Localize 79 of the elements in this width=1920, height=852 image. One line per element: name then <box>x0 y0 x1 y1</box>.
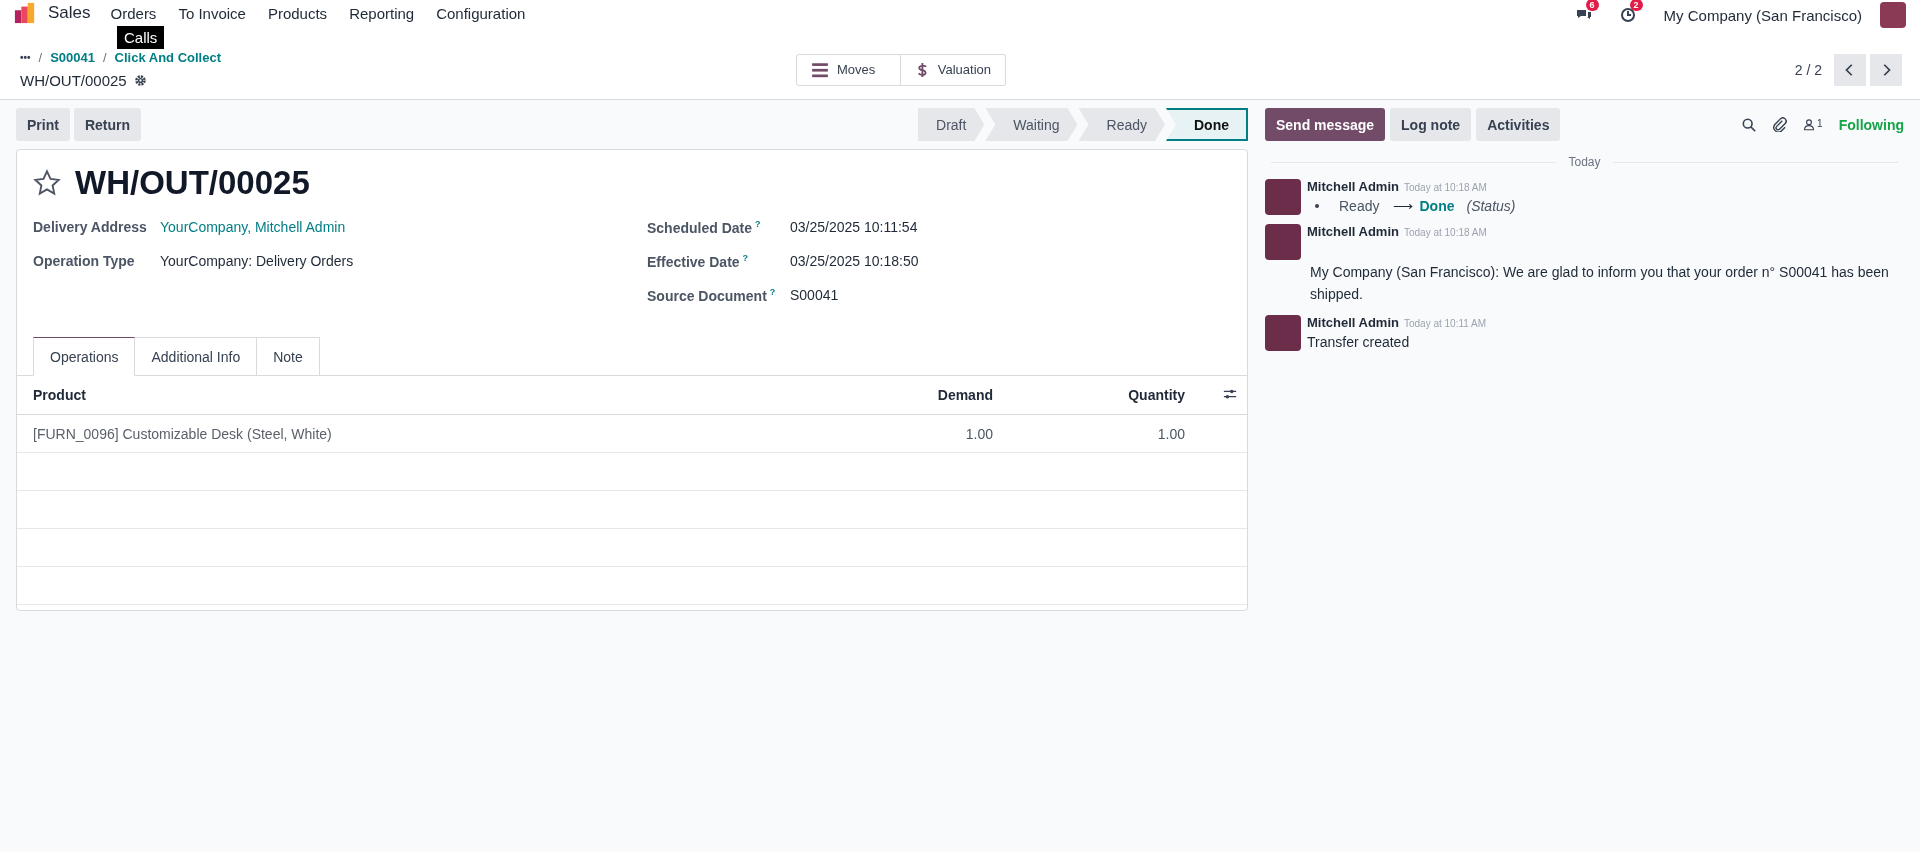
menu-item[interactable]: Products <box>267 4 328 22</box>
help-tooltip[interactable]: ? <box>755 218 761 229</box>
column-header: Quantity <box>1009 375 1201 415</box>
search-icon[interactable] <box>1742 117 1757 132</box>
record-name: WH/OUT/00025 <box>20 72 127 89</box>
author-name: Mitchell Admin <box>1307 314 1399 330</box>
message-time: Today at 10:18 AM <box>1403 227 1487 238</box>
new-value: Done <box>1419 198 1455 214</box>
message-time: Today at 10:11 AM <box>1403 317 1487 329</box>
field-label: Source Document <box>647 287 767 304</box>
menu-item[interactable]: Configuration <box>436 4 526 22</box>
app-logo-icon[interactable] <box>14 2 36 24</box>
record-title: WH/OUT/00025 <box>75 164 310 202</box>
dollar-icon <box>915 60 930 79</box>
follower-count: 1 <box>1817 118 1823 129</box>
avatar <box>1265 179 1301 215</box>
previous-button[interactable] <box>1834 53 1866 86</box>
message-text: My Company (San Francisco): We are glad to inform you that your order n° S00041 has been shipped. <box>1310 263 1890 305</box>
table-cell: 1.00 <box>1009 414 1201 453</box>
column-header: Product <box>17 375 857 415</box>
notebook-tab[interactable]: Operations <box>33 337 136 376</box>
message-text: Transfer created <box>1307 333 1411 350</box>
clock-icon[interactable] <box>1619 7 1636 23</box>
paperclip-icon[interactable] <box>1772 117 1788 132</box>
notebook-tab[interactable]: Note <box>257 337 320 376</box>
breadcrumb-link[interactable]: ••• <box>20 52 31 63</box>
calls-tooltip: Calls <box>117 26 165 49</box>
star-icon[interactable] <box>33 169 61 197</box>
count-badge: 2 <box>1629 0 1643 11</box>
app-name[interactable]: Sales <box>48 3 91 23</box>
company-switcher[interactable]: My Company (San Francisco) <box>1663 6 1862 24</box>
chatter-button[interactable]: Send message <box>1265 108 1386 141</box>
chatter-button[interactable]: Activities <box>1476 108 1561 141</box>
status-step[interactable]: Draft <box>918 108 985 141</box>
person-icon[interactable] <box>1803 118 1816 131</box>
action-button[interactable]: Print <box>16 108 70 141</box>
breadcrumb-link[interactable]: Click And Collect <box>114 50 222 65</box>
field-label: Scheduled Date <box>647 219 753 236</box>
breadcrumb-link[interactable]: S00041 <box>50 50 95 65</box>
field-value: 03/25/2025 10:11:54 <box>790 219 918 235</box>
date-separator: Today <box>1568 155 1601 169</box>
menu-item[interactable]: Orders <box>110 4 157 22</box>
status-step[interactable]: Ready <box>1078 108 1165 141</box>
field-label: Delivery Address <box>33 219 148 235</box>
field-value: YourCompany: Delivery Orders <box>160 253 354 269</box>
breadcrumb-separator: / <box>38 50 43 65</box>
smart-button[interactable]: Valuation <box>901 53 1006 86</box>
field-name: (Status) <box>1466 198 1516 214</box>
avatar <box>1265 314 1301 351</box>
message-time: Today at 10:18 AM <box>1403 182 1487 193</box>
help-tooltip[interactable]: ? <box>769 286 776 297</box>
bullet-icon <box>1315 204 1319 208</box>
list-icon <box>811 60 829 79</box>
table-cell: [FURN_0096] Customizable Desk (Steel, White) <box>17 414 857 453</box>
arrow-text: ⟶ <box>1393 198 1414 214</box>
field-link[interactable]: YourCompany, Mitchell Admin <box>160 219 346 235</box>
author-name: Mitchell Admin <box>1307 224 1399 239</box>
smart-button[interactable]: Moves <box>796 53 901 86</box>
chatter-button[interactable]: Log note <box>1390 108 1472 141</box>
breadcrumb-separator: / <box>102 50 107 65</box>
menu-item[interactable]: To Invoice <box>178 4 246 22</box>
table-cell: 1.00 <box>857 414 1009 453</box>
pager-value: 2 / 2 <box>1794 61 1822 78</box>
old-value: Ready <box>1339 198 1380 214</box>
author-name: Mitchell Admin <box>1307 179 1399 194</box>
field-label: Operation Type <box>33 253 136 269</box>
field-label: Effective Date <box>647 253 740 270</box>
avatar <box>1265 224 1301 260</box>
menu-item[interactable]: Reporting <box>349 4 415 22</box>
next-button[interactable] <box>1870 53 1902 86</box>
column-header: Demand <box>857 375 1009 415</box>
field-value: 03/25/2025 10:18:50 <box>790 253 919 269</box>
help-tooltip[interactable]: ? <box>742 252 749 263</box>
field-value: S00041 <box>790 287 839 303</box>
notebook-tab[interactable]: Additional Info <box>135 337 258 376</box>
count-badge: 6 <box>1585 0 1599 11</box>
status-step[interactable]: Waiting <box>985 108 1078 141</box>
action-button[interactable]: Return <box>73 108 141 141</box>
status-step[interactable]: Done <box>1166 108 1248 141</box>
